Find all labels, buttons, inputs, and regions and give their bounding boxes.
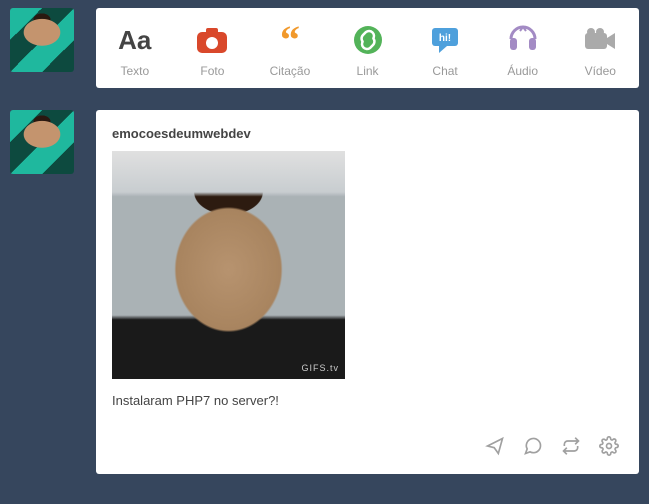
audio-icon [484, 22, 562, 58]
composer-label: Texto [96, 64, 174, 78]
send-icon[interactable] [485, 436, 505, 456]
avatar[interactable] [10, 110, 74, 174]
svg-text:hi!: hi! [439, 33, 451, 44]
post-actions [112, 436, 623, 458]
composer-item-foto[interactable]: Foto [174, 22, 252, 78]
text-icon: Aa [96, 22, 174, 58]
composer-item-video[interactable]: Vídeo [561, 22, 639, 78]
avatar[interactable] [10, 8, 74, 72]
composer-label: Link [329, 64, 407, 78]
composer-label: Áudio [484, 64, 562, 78]
composer-item-link[interactable]: Link [329, 22, 407, 78]
composer-label: Vídeo [561, 64, 639, 78]
video-icon [561, 22, 639, 58]
post-username[interactable]: emocoesdeumwebdev [112, 126, 623, 141]
composer-label: Citação [251, 64, 329, 78]
post-card: emocoesdeumwebdev GIFS.tv Instalaram PHP… [96, 110, 639, 474]
gif-watermark: GIFS.tv [301, 363, 339, 373]
composer-item-chat[interactable]: hi! Chat [406, 22, 484, 78]
post-image[interactable]: GIFS.tv [112, 151, 345, 379]
composer-item-texto[interactable]: Aa Texto [96, 22, 174, 78]
gear-icon[interactable] [599, 436, 619, 456]
post-caption: Instalaram PHP7 no server?! [112, 393, 623, 408]
composer-label: Foto [174, 64, 252, 78]
composer-item-citacao[interactable]: “ Citação [251, 22, 329, 78]
link-icon [329, 22, 407, 58]
reply-icon[interactable] [523, 436, 543, 456]
composer-label: Chat [406, 64, 484, 78]
reblog-icon[interactable] [561, 436, 581, 456]
chat-icon: hi! [406, 22, 484, 58]
quote-icon: “ [251, 22, 329, 58]
composer: Aa Texto Foto “ Citação Link hi! Chat Áu… [96, 8, 639, 88]
composer-item-audio[interactable]: Áudio [484, 22, 562, 78]
camera-icon [174, 22, 252, 58]
